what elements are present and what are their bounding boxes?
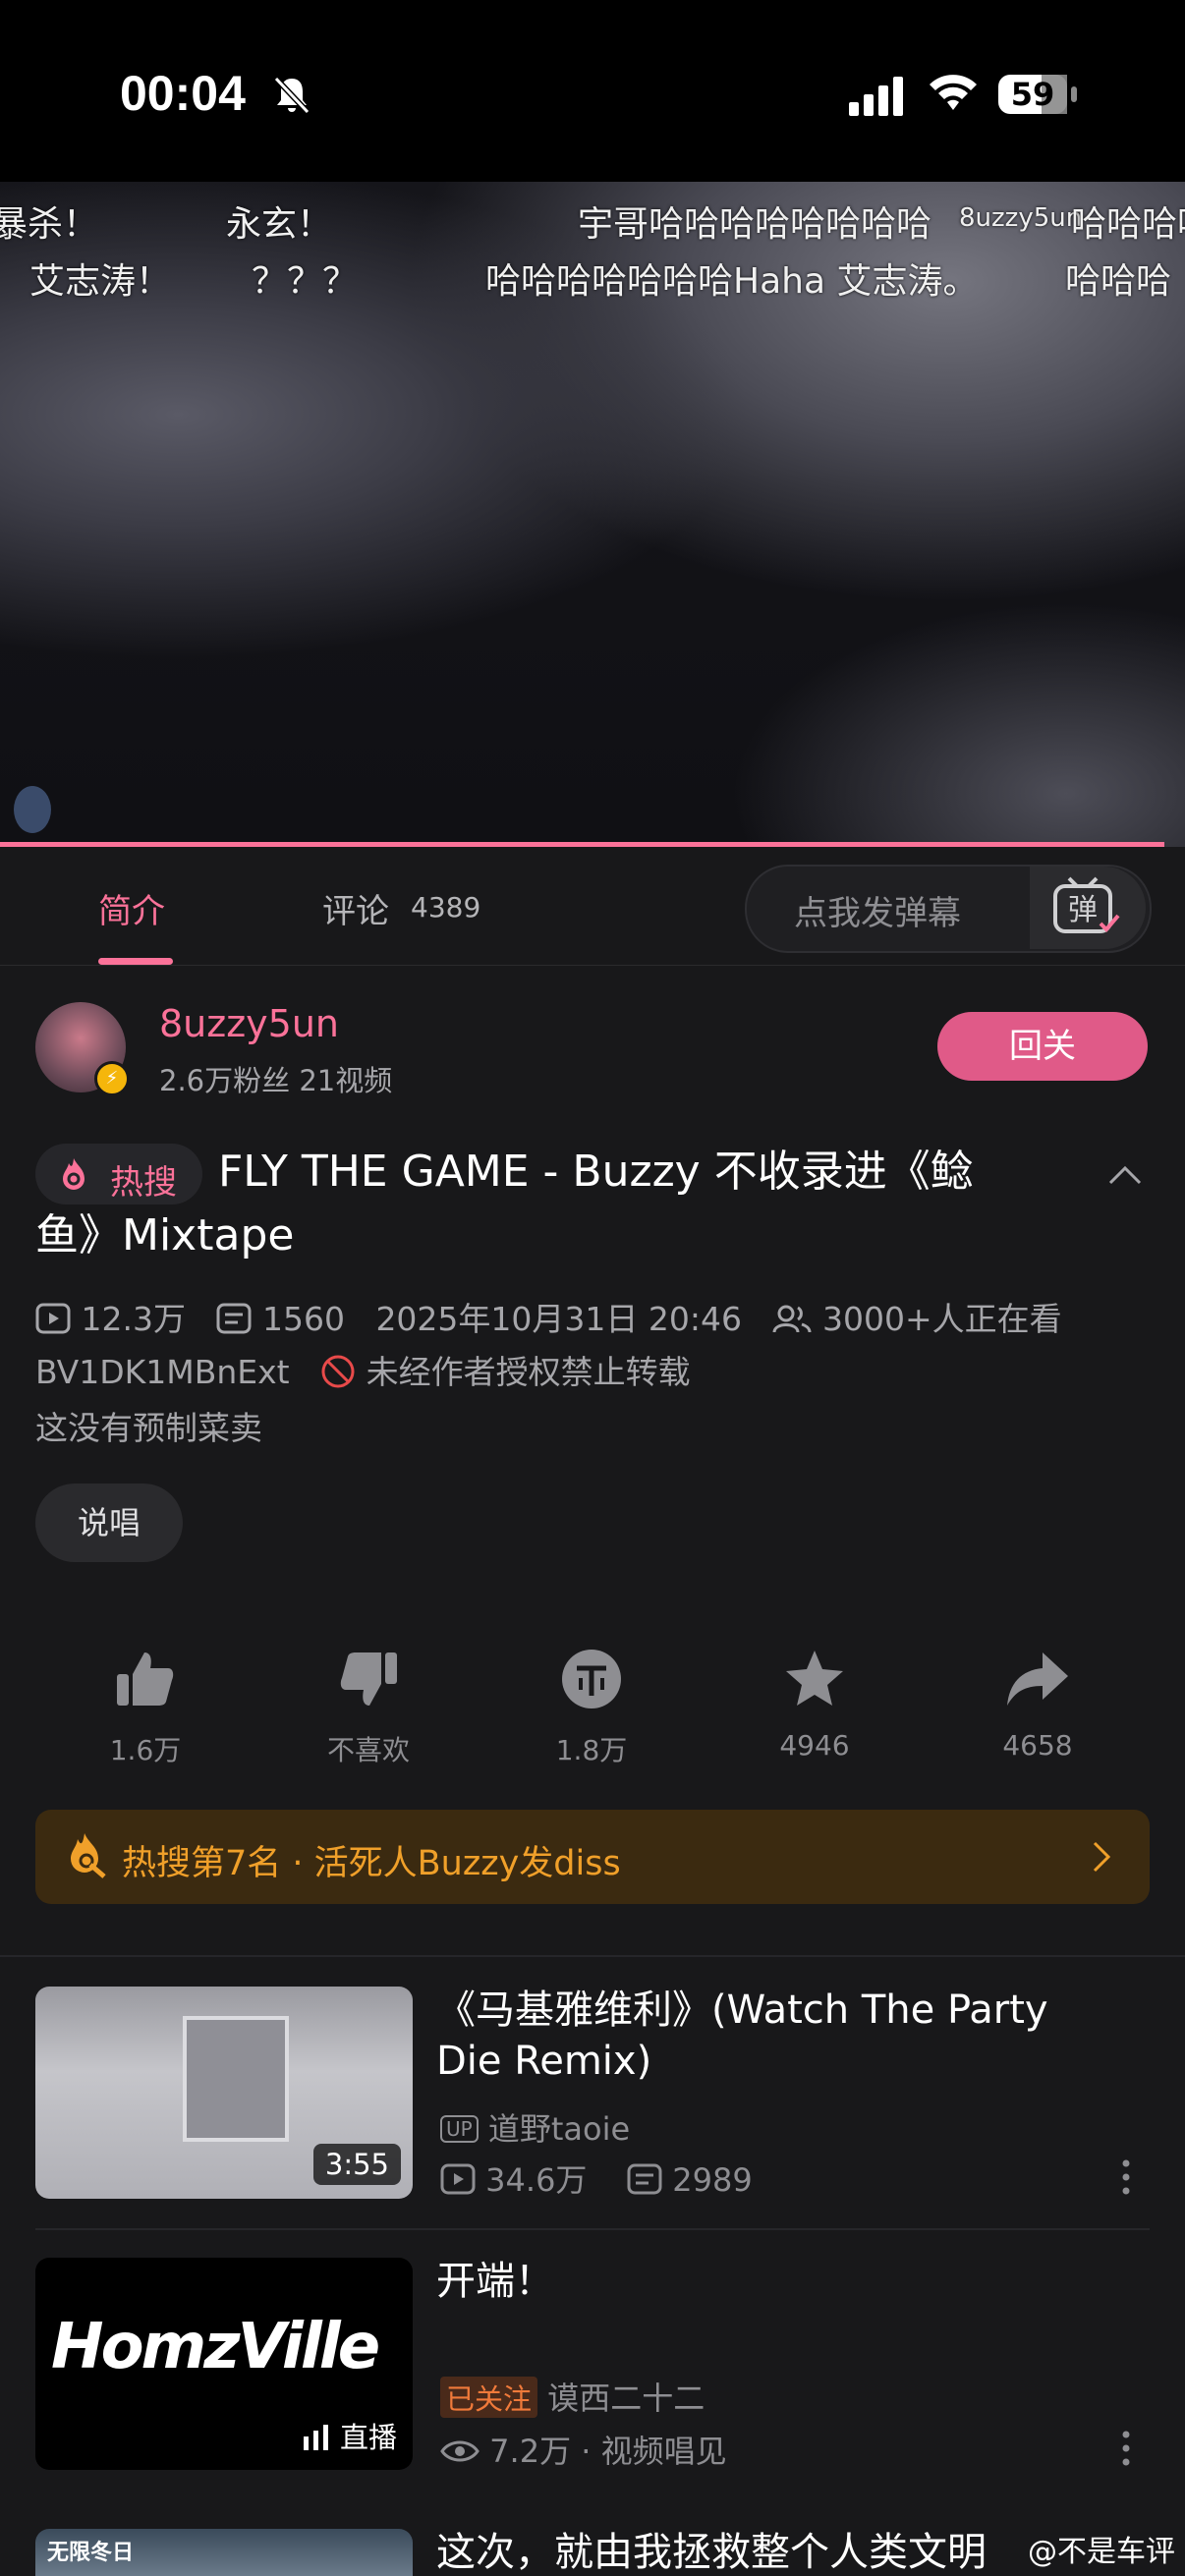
danmaku-input[interactable]: 点我发弹幕 [794, 886, 961, 934]
followed-badge: 已关注 [440, 2377, 538, 2418]
danmaku-comment: 8uzzy5un [959, 203, 1083, 233]
publish-date: 2025年10月31日 20:46 [375, 1300, 742, 1338]
share-icon [1007, 1652, 1068, 1706]
dislike-button[interactable]: 不喜欢 [290, 1647, 447, 1768]
status-time: 00:04 [120, 66, 246, 121]
recommendation-danmaku: 2989 [672, 2161, 753, 2199]
danmaku-tv-icon: 弹 [1053, 876, 1120, 933]
recommendation-stats-row: 34.6万 2989 [440, 2156, 753, 2201]
video-stats-row: 12.3万 1560 2025年10月31日 20:46 3000+人正在看 [35, 1293, 1062, 1340]
watching-count: 3000+人正在看 [821, 1300, 1062, 1338]
copyright-notice: 未经作者授权禁止转载 [366, 1353, 691, 1391]
recommendation-author: 道野taoie [487, 2110, 631, 2148]
coin-count: 1.8万 [555, 1734, 628, 1766]
danmaku-count-icon [627, 2163, 662, 2195]
video-title: FLY THE GAME - Buzzy 不收录进《鲶鱼》Mixtape [35, 1147, 974, 1260]
recommendation-category: · 视频唱见 [581, 2433, 727, 2470]
video-description: 这没有预制菜卖 [35, 1409, 262, 1447]
video-duration: 3:55 [312, 2144, 401, 2185]
danmaku-button-label: 弹 [1068, 893, 1098, 927]
recommendation-stats-row: 7.2万 · 视频唱见 [440, 2427, 727, 2472]
live-indicator: 直播 [302, 2415, 397, 2456]
bvid: BV1DK1MBnExt [35, 1353, 290, 1391]
chevron-up-icon[interactable] [1104, 1155, 1146, 1197]
danmaku-comment: 艾志涛！ [29, 261, 172, 302]
recommendation-thumbnail[interactable]: 无限冬日 [35, 2529, 413, 2576]
tab-intro[interactable]: 简介 [98, 884, 165, 932]
player-mascot-icon [14, 786, 51, 833]
danmaku-comment: 哈哈哈 [1065, 261, 1172, 302]
live-bars-icon [303, 2425, 328, 2450]
danmaku-count-icon [216, 1303, 252, 1334]
watermark: @不是车评 [1028, 2535, 1175, 2569]
thumbnail-window [183, 2016, 289, 2142]
live-label: 直播 [339, 2421, 397, 2454]
view-count: 12.3万 [81, 1300, 186, 1338]
uploader-stats: 2.6万粉丝 21视频 [159, 1064, 393, 1097]
thumbs-up-icon [117, 1652, 174, 1706]
like-count: 1.6万 [109, 1734, 182, 1766]
thumbnail-logo-text: 无限冬日 [47, 2541, 135, 2565]
recommendation-thumbnail[interactable]: 3:55 [35, 1987, 413, 2199]
danmaku-comment: 哈哈哈哈 [1071, 204, 1185, 245]
recommendation-views: 34.6万 [485, 2161, 588, 2199]
recommendation-thumbnail[interactable]: HomzVille 直播 [35, 2258, 413, 2470]
like-button[interactable]: 1.6万 [67, 1647, 224, 1768]
favorite-button[interactable]: 4946 [736, 1647, 893, 1762]
eye-icon [440, 2440, 480, 2462]
share-button[interactable]: 4658 [959, 1647, 1116, 1762]
dislike-label: 不喜欢 [326, 1734, 410, 1766]
danmaku-comment: ？？？ [252, 261, 359, 302]
tag-chip[interactable]: 说唱 [35, 1484, 183, 1562]
battery-level: 59 [1010, 76, 1055, 113]
more-options-icon[interactable] [1116, 2157, 1136, 2197]
verified-badge-icon: ⚡ [94, 1061, 130, 1096]
favorite-count: 4946 [779, 1729, 850, 1762]
cellular-signal-icon [849, 77, 903, 116]
danmaku-comment: 哈哈哈哈哈哈哈Haha 艾志涛。 [485, 261, 979, 302]
recommendation-views: 7.2万 [489, 2433, 572, 2470]
wifi-icon [930, 75, 977, 110]
coin-icon [562, 1650, 621, 1708]
danmaku-comment: 永玄！ [226, 204, 333, 245]
share-count: 4658 [1002, 1729, 1073, 1762]
danmaku-comment: 暴杀！ [0, 204, 99, 245]
viewers-icon [772, 1305, 812, 1333]
coin-button[interactable]: 1.8万 [513, 1647, 670, 1768]
play-count-icon [35, 1303, 71, 1334]
follow-back-button[interactable]: 回关 [937, 1012, 1148, 1081]
section-divider [0, 1955, 1185, 1957]
recommendation-title[interactable]: 开端！ [436, 2256, 1114, 2307]
video-player[interactable]: 暴杀！ 永玄！ 宇哥哈哈哈哈哈哈哈哈 8uzzy5un 哈哈哈哈 艾志涛！ ？？… [0, 182, 1185, 847]
recommendation-author: 谟西二十二 [547, 2380, 705, 2417]
recommendation-title[interactable]: 《马基雅维利》(Watch The Party Die Remix) [436, 1985, 1114, 2087]
list-divider [35, 2228, 1150, 2230]
prohibited-icon [321, 1355, 355, 1388]
recommendation-author-row: UP 道野taoie [440, 2104, 630, 2150]
thumbs-down-icon [340, 1652, 397, 1706]
tab-comments[interactable]: 评论 [322, 884, 389, 932]
danmaku-comment: 宇哥哈哈哈哈哈哈哈哈 [578, 204, 932, 245]
video-id-row: BV1DK1MBnExt 未经作者授权禁止转载 [35, 1346, 691, 1393]
flame-search-icon [71, 1833, 106, 1878]
uploader-name[interactable]: 8uzzy5un [159, 1002, 339, 1045]
bell-muted-icon [273, 76, 310, 115]
hot-search-text: 热搜第7名 · 活死人Buzzy发diss [122, 1844, 621, 1883]
up-badge-icon: UP [440, 2115, 479, 2143]
recommendation-author-row: 已关注 谟西二十二 [440, 2374, 705, 2419]
star-icon [786, 1651, 843, 1706]
recommendation-title[interactable]: 这次，就由我拯救整个人类文明 [436, 2527, 1026, 2576]
thumbnail-logo-text: HomzVille [51, 2311, 380, 2383]
play-count-icon [440, 2163, 476, 2195]
chevron-right-icon [1093, 1841, 1111, 1873]
danmaku-count: 1560 [261, 1300, 345, 1338]
more-options-icon[interactable] [1116, 2429, 1136, 2468]
comments-count: 4389 [411, 891, 481, 924]
danmaku-settings-button[interactable]: 弹 [1030, 867, 1146, 949]
tab-active-indicator [98, 958, 173, 965]
